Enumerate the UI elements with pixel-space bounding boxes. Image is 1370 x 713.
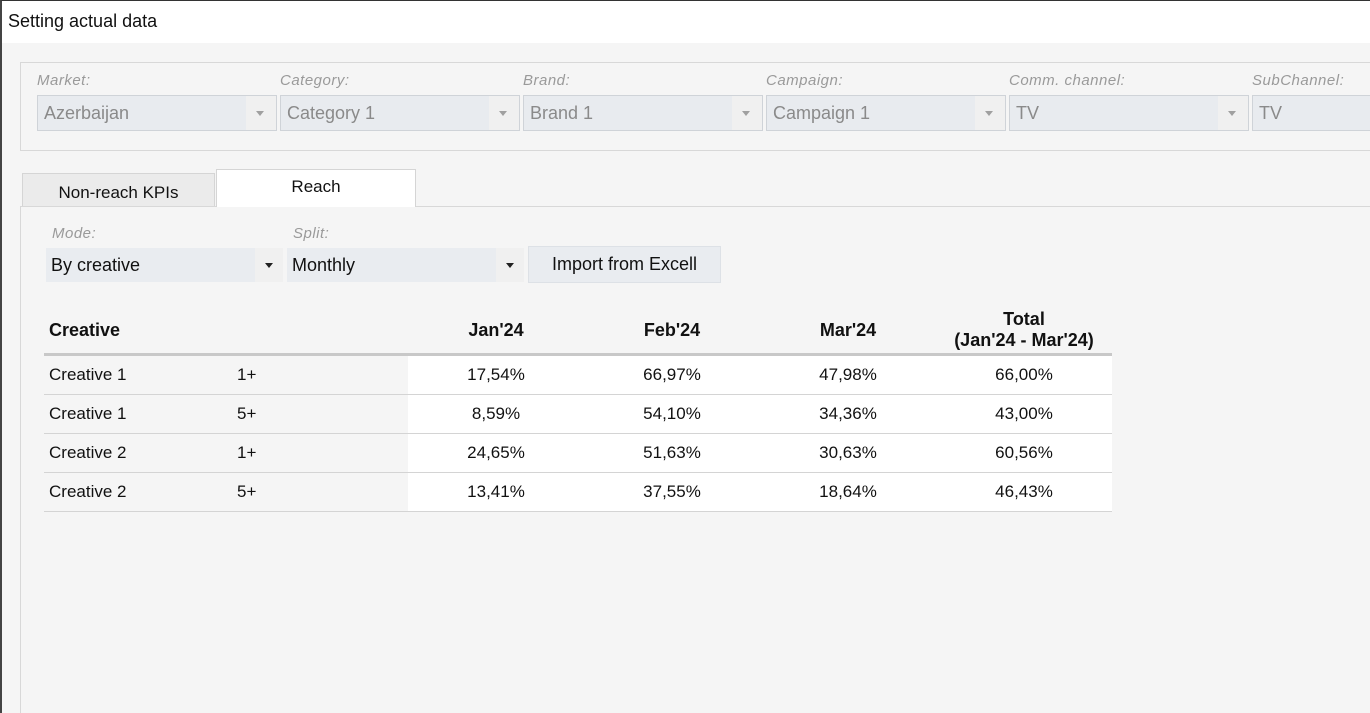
chevron-down-icon[interactable] bbox=[496, 248, 524, 282]
market-label: Market: bbox=[37, 72, 91, 89]
campaign-label: Campaign: bbox=[766, 72, 844, 89]
creative-name: Creative 2 bbox=[49, 482, 127, 501]
tab-reach[interactable]: Reach bbox=[216, 169, 416, 207]
chevron-down-icon[interactable] bbox=[246, 96, 276, 130]
jan-cell[interactable]: 8,59% bbox=[436, 395, 556, 433]
frequency: 5+ bbox=[237, 404, 257, 423]
market-select[interactable]: Azerbaijan bbox=[37, 95, 277, 131]
category-select[interactable]: Category 1 bbox=[280, 95, 520, 131]
mar-cell[interactable]: 18,64% bbox=[788, 473, 908, 511]
chevron-down-icon[interactable] bbox=[732, 96, 762, 130]
import-from-excel-button[interactable]: Import from Excell bbox=[528, 246, 721, 283]
table-row: Creative 2 5+ 13,41% 37,55% 18,64% 46,43… bbox=[44, 473, 1112, 512]
header-jan[interactable]: Jan'24 bbox=[436, 320, 556, 341]
header-total[interactable]: Total (Jan'24 - Mar'24) bbox=[924, 309, 1124, 351]
mar-cell[interactable]: 34,36% bbox=[788, 395, 908, 433]
header-total-line2: (Jan'24 - Mar'24) bbox=[954, 330, 1094, 350]
market-value: Azerbaijan bbox=[44, 103, 130, 123]
value-cells: 17,54% 66,97% 47,98% 66,00% bbox=[408, 356, 1112, 394]
chevron-down-icon[interactable] bbox=[975, 96, 1005, 130]
jan-cell[interactable]: 24,65% bbox=[436, 434, 556, 472]
campaign-select[interactable]: Campaign 1 bbox=[766, 95, 1006, 131]
mode-value: By creative bbox=[51, 255, 141, 275]
comm-channel-label: Comm. channel: bbox=[1009, 72, 1126, 89]
feb-cell[interactable]: 37,55% bbox=[612, 473, 732, 511]
chevron-down-icon[interactable] bbox=[1218, 96, 1248, 130]
brand-value: Brand 1 bbox=[530, 103, 594, 123]
value-cells: 24,65% 51,63% 30,63% 60,56% bbox=[408, 434, 1112, 472]
title-bar: Setting actual data bbox=[2, 1, 1370, 43]
tab-non-reach-kpis[interactable]: Non-reach KPIs bbox=[22, 173, 215, 210]
value-cells: 8,59% 54,10% 34,36% 43,00% bbox=[408, 395, 1112, 433]
table-row: Creative 1 1+ 17,54% 66,97% 47,98% 66,00… bbox=[44, 356, 1112, 395]
creative-name: Creative 1 bbox=[49, 365, 127, 384]
table-row: Creative 2 1+ 24,65% 51,63% 30,63% 60,56… bbox=[44, 434, 1112, 473]
mode-label: Mode: bbox=[52, 225, 97, 242]
total-cell: 46,43% bbox=[995, 482, 1053, 501]
creative-name: Creative 2 bbox=[49, 443, 127, 462]
header-mar[interactable]: Mar'24 bbox=[788, 320, 908, 341]
category-label: Category: bbox=[280, 72, 350, 89]
chevron-down-icon[interactable] bbox=[489, 96, 519, 130]
split-value: Monthly bbox=[292, 255, 356, 275]
comm-channel-select[interactable]: TV bbox=[1009, 95, 1249, 131]
reach-table: Creative Jan'24 Feb'24 Mar'24 Total (Jan… bbox=[44, 306, 1112, 512]
feb-cell[interactable]: 66,97% bbox=[612, 356, 732, 394]
brand-label: Brand: bbox=[523, 72, 571, 89]
subchannel-value: TV bbox=[1259, 103, 1283, 123]
window-title: Setting actual data bbox=[8, 11, 158, 31]
jan-cell[interactable]: 17,54% bbox=[436, 356, 556, 394]
subchannel-select[interactable]: TV bbox=[1252, 95, 1370, 131]
header-total-line1: Total bbox=[1003, 309, 1045, 329]
frequency: 1+ bbox=[237, 365, 257, 384]
mar-cell[interactable]: 30,63% bbox=[788, 434, 908, 472]
brand-select[interactable]: Brand 1 bbox=[523, 95, 763, 131]
total-cell: 66,00% bbox=[995, 365, 1053, 384]
chevron-down-icon[interactable] bbox=[255, 248, 283, 282]
split-select[interactable]: Monthly bbox=[287, 248, 524, 282]
split-label: Split: bbox=[293, 225, 330, 242]
frequency: 5+ bbox=[237, 482, 257, 501]
creative-name: Creative 1 bbox=[49, 404, 127, 423]
table-row: Creative 1 5+ 8,59% 54,10% 34,36% 43,00% bbox=[44, 395, 1112, 434]
campaign-value: Campaign 1 bbox=[773, 103, 871, 123]
subchannel-label: SubChannel: bbox=[1252, 72, 1345, 89]
total-cell: 60,56% bbox=[995, 443, 1053, 462]
table-header: Creative Jan'24 Feb'24 Mar'24 Total (Jan… bbox=[44, 306, 1112, 356]
category-value: Category 1 bbox=[287, 103, 376, 123]
total-cell: 43,00% bbox=[995, 404, 1053, 423]
jan-cell[interactable]: 13,41% bbox=[436, 473, 556, 511]
value-cells: 13,41% 37,55% 18,64% 46,43% bbox=[408, 473, 1112, 511]
filter-group: Market: Azerbaijan Category: Category 1 … bbox=[20, 62, 1370, 151]
header-feb[interactable]: Feb'24 bbox=[612, 320, 732, 341]
frequency: 1+ bbox=[237, 443, 257, 462]
mar-cell[interactable]: 47,98% bbox=[788, 356, 908, 394]
header-creative[interactable]: Creative bbox=[49, 320, 120, 341]
dialog-window: Setting actual data Market: Azerbaijan C… bbox=[0, 0, 1370, 713]
comm-channel-value: TV bbox=[1016, 103, 1040, 123]
feb-cell[interactable]: 51,63% bbox=[612, 434, 732, 472]
feb-cell[interactable]: 54,10% bbox=[612, 395, 732, 433]
mode-select[interactable]: By creative bbox=[46, 248, 283, 282]
